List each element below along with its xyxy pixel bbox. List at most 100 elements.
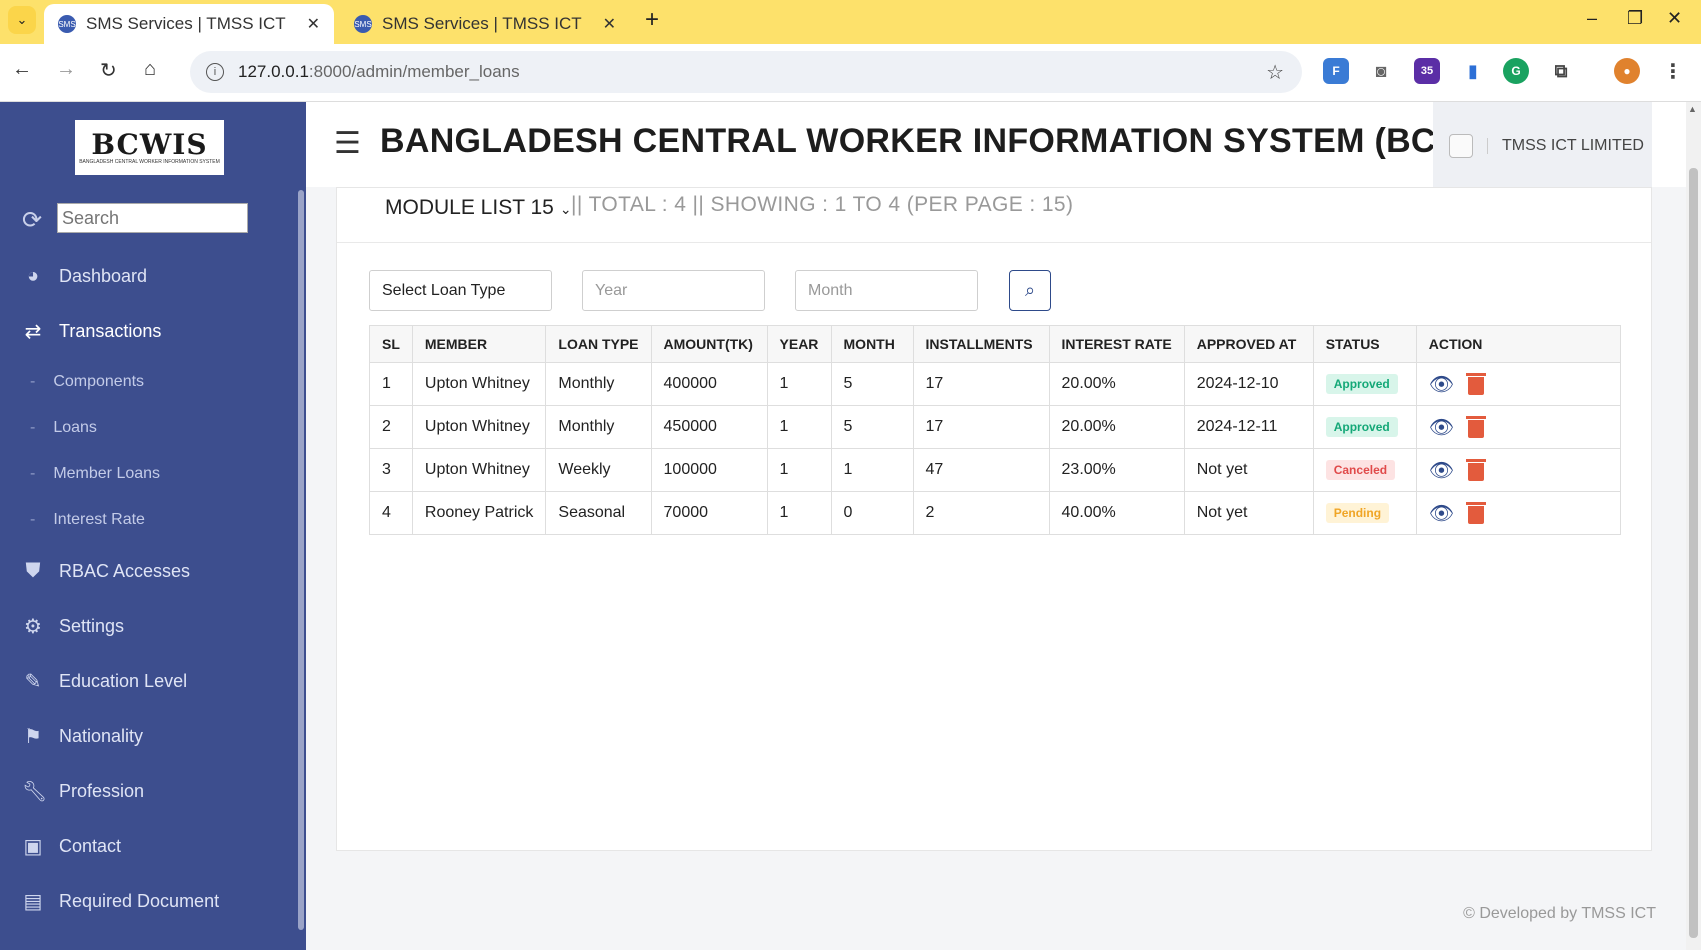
- extension-badge-icon[interactable]: 35: [1414, 58, 1440, 84]
- page-scrollbar[interactable]: ▲: [1686, 102, 1701, 950]
- restore-window-icon[interactable]: ❐: [1627, 8, 1643, 29]
- cell-approved-at: 2024-12-10: [1183, 362, 1314, 406]
- menu-list-icon[interactable]: ☰: [334, 126, 361, 161]
- company-profile[interactable]: TMSS ICT LIMITED: [1433, 102, 1652, 190]
- column-header-approved-at[interactable]: APPROVED AT: [1183, 325, 1314, 363]
- scroll-up-arrow-icon[interactable]: ▲: [1688, 104, 1697, 114]
- site-info-icon[interactable]: i: [206, 63, 224, 81]
- cell-interest-rate: 40.00%: [1048, 491, 1185, 535]
- shield-icon: ⛊: [25, 559, 41, 582]
- company-name: TMSS ICT LIMITED: [1502, 137, 1644, 154]
- column-header-installments[interactable]: INSTALLMENTS: [912, 325, 1050, 363]
- profile-avatar[interactable]: ●: [1614, 58, 1640, 84]
- sidebar-scrollbar[interactable]: [298, 190, 304, 930]
- view-eye-icon[interactable]: 👁︎: [1429, 417, 1454, 439]
- close-window-icon[interactable]: ✕: [1667, 8, 1682, 29]
- column-header-year[interactable]: YEAR: [766, 325, 832, 363]
- sidebar-subitem-interest-rate[interactable]: - Interest Rate: [0, 505, 296, 535]
- extension-grammarly-icon[interactable]: G: [1503, 58, 1529, 84]
- dashboard-icon: ◕: [26, 264, 40, 287]
- reload-icon[interactable]: ↻: [100, 58, 117, 83]
- sidebar-item-contact[interactable]: ▣ Contact: [0, 826, 296, 866]
- sidebar-search-input[interactable]: [57, 203, 248, 233]
- main-content: ☰ BANGLADESH CENTRAL WORKER INFORMATION …: [306, 102, 1686, 950]
- sidebar-item-label: Nationality: [59, 725, 144, 746]
- column-header-month[interactable]: MONTH: [830, 325, 914, 363]
- view-eye-icon[interactable]: 👁︎: [1429, 460, 1454, 482]
- cell-member: Rooney Patrick: [411, 491, 547, 535]
- cell-sl: 4: [369, 491, 413, 535]
- sidebar-item-dashboard[interactable]: ◕ Dashboard: [0, 256, 296, 296]
- column-header-loan-type[interactable]: LOAN TYPE: [545, 325, 652, 363]
- cell-status: Pending: [1312, 491, 1417, 535]
- extension-camera-icon[interactable]: ◙: [1368, 58, 1394, 84]
- scrollbar-thumb[interactable]: [1689, 168, 1698, 938]
- new-tab-plus-icon[interactable]: +: [645, 6, 659, 34]
- browser-menu-icon[interactable]: ⋮: [1660, 58, 1686, 84]
- back-arrow-icon[interactable]: ←: [12, 58, 32, 81]
- minimize-window-icon[interactable]: –: [1587, 8, 1597, 29]
- delete-trash-icon[interactable]: [1466, 373, 1487, 396]
- cell-amount: 100000: [650, 448, 768, 492]
- sidebar-item-required-document[interactable]: ▤ Required Document: [0, 881, 296, 921]
- delete-trash-icon[interactable]: [1466, 459, 1487, 482]
- view-eye-icon[interactable]: 👁︎: [1429, 503, 1454, 525]
- column-header-interest-rate[interactable]: INTEREST RATE: [1048, 325, 1185, 363]
- loan-type-select[interactable]: Select Loan Type: [369, 270, 552, 311]
- wrench-icon: 🔧︎: [22, 780, 48, 803]
- sidebar-item-profession[interactable]: 🔧︎ Profession: [0, 771, 296, 811]
- cell-month: 5: [830, 405, 914, 449]
- column-header-status[interactable]: STATUS: [1312, 325, 1417, 363]
- sidebar-item-nationality[interactable]: ⚑ Nationality: [0, 716, 296, 756]
- tab-close-icon[interactable]: ✕: [603, 14, 616, 34]
- url-omnibox[interactable]: i 127.0.0.1:8000/admin/member_loans ☆: [190, 51, 1302, 93]
- year-input[interactable]: Year: [582, 270, 765, 311]
- sidebar-subitem-loans[interactable]: - Loans: [0, 413, 296, 443]
- top-header: ☰ BANGLADESH CENTRAL WORKER INFORMATION …: [306, 102, 1686, 190]
- column-header-sl[interactable]: SL: [369, 325, 413, 363]
- sidebar-subitem-member-loans[interactable]: - Member Loans: [0, 459, 296, 489]
- refresh-icon[interactable]: ⟳: [22, 206, 42, 235]
- delete-trash-icon[interactable]: [1466, 502, 1487, 525]
- table-row: 4 Rooney Patrick Seasonal 70000 1 0 2 40…: [369, 491, 1622, 535]
- cell-action: 👁︎: [1415, 491, 1622, 535]
- module-list-select[interactable]: MODULE LIST 15 ⌄: [385, 196, 572, 220]
- month-input[interactable]: Month: [795, 270, 978, 311]
- home-icon[interactable]: ⌂: [144, 58, 156, 81]
- column-header-member[interactable]: MEMBER: [411, 325, 547, 363]
- sidebar-item-label: RBAC Accesses: [59, 560, 191, 581]
- search-button[interactable]: ⌕: [1009, 270, 1051, 311]
- tab-search-button[interactable]: ⌄: [8, 6, 36, 34]
- column-header-amount[interactable]: AMOUNT(TK): [650, 325, 768, 363]
- sidebar-subitem-label: Member Loans: [53, 465, 161, 482]
- delete-trash-icon[interactable]: [1466, 416, 1487, 439]
- extension-clipboard-icon[interactable]: ▮: [1460, 58, 1486, 84]
- cell-month: 5: [830, 362, 914, 406]
- sidebar-item-transactions[interactable]: ⇄ Transactions: [0, 311, 296, 351]
- cell-interest-rate: 20.00%: [1048, 362, 1185, 406]
- sidebar-item-settings[interactable]: ⚙ Settings: [0, 606, 296, 646]
- view-eye-icon[interactable]: 👁︎: [1429, 374, 1454, 396]
- sidebar-item-education-level[interactable]: ✎ Education Level: [0, 661, 296, 701]
- cell-year: 1: [766, 448, 832, 492]
- cell-month: 0: [830, 491, 914, 535]
- extension-translate-icon[interactable]: F: [1323, 58, 1349, 84]
- extensions-puzzle-icon[interactable]: ⧉: [1548, 58, 1574, 84]
- tab-close-icon[interactable]: ✕: [307, 14, 320, 34]
- cell-approved-at: Not yet: [1183, 448, 1314, 492]
- module-select-value: MODULE LIST 15: [385, 196, 554, 219]
- gear-icon: ⚙: [24, 615, 42, 638]
- tab-sms-services-active[interactable]: SMS SMS Services | TMSS ICT ✕: [44, 4, 334, 44]
- sidebar-item-label: Education Level: [59, 670, 188, 691]
- sidebar-subitem-components[interactable]: - Components: [0, 367, 296, 397]
- tab-sms-services[interactable]: SMS SMS Services | TMSS ICT ✕: [340, 4, 630, 44]
- cell-month: 1: [830, 448, 914, 492]
- cell-status: Approved: [1312, 405, 1417, 449]
- month-placeholder: Month: [808, 281, 853, 299]
- cell-installments: 17: [912, 362, 1050, 406]
- bcwis-logo[interactable]: BCWIS BANGLADESH CENTRAL WORKER INFORMAT…: [75, 120, 224, 175]
- sidebar-item-rbac-accesses[interactable]: ⛊ RBAC Accesses: [0, 551, 296, 591]
- bookmark-star-icon[interactable]: ☆: [1266, 60, 1284, 85]
- divider: [1487, 138, 1488, 154]
- forward-arrow-icon[interactable]: →: [56, 58, 76, 81]
